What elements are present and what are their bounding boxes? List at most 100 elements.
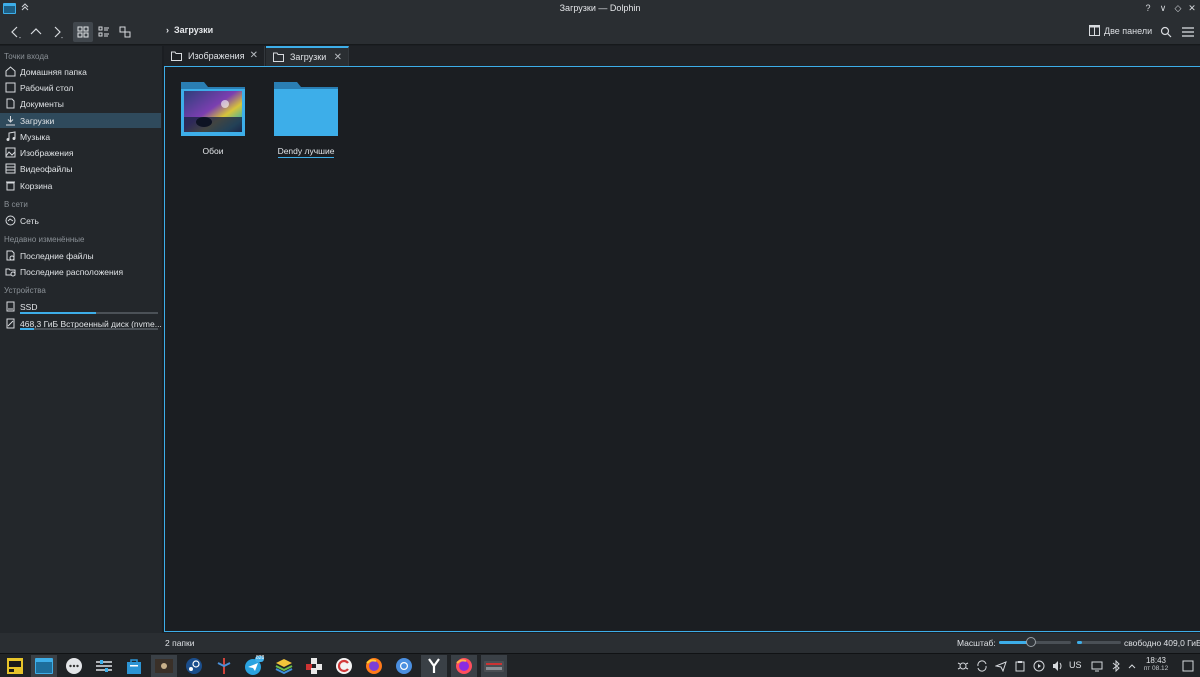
up-icon bbox=[30, 28, 42, 35]
toolbar: › Загрузки Две панели bbox=[0, 18, 1200, 45]
sidebar-item-label: Документы bbox=[20, 98, 64, 109]
ssd-usage-bar bbox=[20, 312, 158, 314]
sidebar-item-music[interactable]: Музыка bbox=[0, 129, 161, 144]
volume-icon[interactable] bbox=[1051, 659, 1064, 672]
stack-app-icon bbox=[275, 659, 293, 675]
taskbar-chromium[interactable] bbox=[391, 655, 417, 677]
sync-icon[interactable] bbox=[975, 659, 988, 672]
keyboard-layout-indicator[interactable]: US bbox=[1069, 660, 1082, 670]
details-view-button[interactable] bbox=[94, 22, 114, 42]
sidebar-item-pictures[interactable]: Изображения bbox=[0, 145, 161, 160]
breadcrumb[interactable]: › Загрузки bbox=[166, 25, 213, 35]
search-button[interactable] bbox=[1156, 22, 1176, 42]
bluetooth-icon[interactable] bbox=[1109, 659, 1122, 672]
file-name: Обои bbox=[202, 146, 224, 156]
clock[interactable]: 18:43 пт 08.12 bbox=[1140, 657, 1172, 673]
show-desktop-icon[interactable] bbox=[1181, 659, 1194, 672]
tab-close-icon[interactable]: ✕ bbox=[334, 52, 342, 63]
up-button[interactable] bbox=[26, 22, 46, 42]
taskbar-firefox-dev[interactable] bbox=[451, 655, 477, 677]
chromium-icon bbox=[396, 658, 412, 674]
free-space-bar-fill bbox=[1077, 641, 1083, 644]
telegram-tray-icon[interactable] bbox=[994, 659, 1007, 672]
taskbar-dolphin[interactable] bbox=[31, 655, 57, 677]
status-bar: 2 папки Масштаб: свободно 409,0 ГиБ bbox=[0, 633, 1200, 653]
file-name: Dendy лучшие bbox=[277, 146, 335, 158]
forward-button[interactable] bbox=[47, 22, 67, 42]
sidebar-item-downloads[interactable]: Загрузки bbox=[0, 113, 161, 128]
taskbar-games-app[interactable] bbox=[301, 655, 327, 677]
taskbar-dots-menu[interactable] bbox=[61, 655, 87, 677]
icons-view-button[interactable] bbox=[73, 22, 93, 42]
file-item-folder[interactable]: Dendy лучшие bbox=[266, 79, 346, 158]
taskbar-settings[interactable] bbox=[91, 655, 117, 677]
sidebar-item-network[interactable]: Сеть bbox=[0, 213, 161, 228]
icons-view-icon bbox=[77, 26, 89, 38]
split-view-button[interactable] bbox=[115, 22, 135, 42]
taskbar-firefox[interactable] bbox=[361, 655, 387, 677]
app-launcher-button[interactable] bbox=[2, 655, 28, 677]
display-icon[interactable] bbox=[1090, 659, 1103, 672]
sidebar-item-home[interactable]: Домашняя папка bbox=[0, 64, 161, 79]
tray-expand-icon[interactable] bbox=[1125, 659, 1138, 672]
split-panels-button[interactable]: Две панели bbox=[1089, 25, 1152, 36]
free-space-bar bbox=[1077, 641, 1121, 644]
sidebar-item-label: Последние файлы bbox=[20, 250, 94, 261]
downloads-icon bbox=[5, 115, 16, 126]
sidebar-item-label: Рабочий стол bbox=[20, 82, 74, 93]
media-play-icon[interactable] bbox=[1032, 659, 1045, 672]
clock-date: пт 08.12 bbox=[1143, 665, 1169, 672]
tab-label: Загрузки bbox=[290, 52, 327, 62]
network-icon bbox=[5, 215, 16, 226]
places-panel: Точки входа Домашняя папка Рабочий стол … bbox=[0, 46, 162, 633]
sidebar-item-recent-files[interactable]: Последние файлы bbox=[0, 248, 161, 263]
taskbar-media-player[interactable] bbox=[151, 655, 177, 677]
taskbar-yandex-browser[interactable] bbox=[421, 655, 447, 677]
taskbar-steam[interactable] bbox=[181, 655, 207, 677]
section-title-network: В сети bbox=[4, 200, 28, 209]
zoom-slider-handle[interactable] bbox=[1026, 637, 1037, 647]
file-view[interactable]: Обои Dendy лучшие bbox=[164, 66, 1200, 632]
folder-icon bbox=[274, 82, 338, 136]
help-button[interactable]: ? bbox=[1142, 2, 1154, 14]
sidebar-item-videos[interactable]: Видеофайлы bbox=[0, 161, 161, 176]
maximize-button[interactable]: ◇ bbox=[1172, 2, 1184, 14]
sidebar-item-trash[interactable]: Корзина bbox=[0, 178, 161, 193]
recent-files-icon bbox=[5, 250, 16, 261]
videos-icon bbox=[5, 163, 16, 174]
dots-menu-icon bbox=[66, 658, 82, 674]
taskbar-keyboard-app[interactable] bbox=[481, 655, 507, 677]
taskbar-circle-app[interactable] bbox=[331, 655, 357, 677]
taskbar-store[interactable] bbox=[121, 655, 147, 677]
sidebar-item-label: Изображения bbox=[20, 147, 74, 158]
back-button[interactable] bbox=[5, 22, 25, 42]
taskbar-telegram[interactable]: 828 bbox=[241, 655, 267, 677]
title-bar: Загрузки — Dolphin ? ∨ ◇ ✕ bbox=[0, 0, 1200, 18]
file-item-folder[interactable]: Обои bbox=[173, 79, 253, 156]
keyboard-app-icon bbox=[484, 661, 504, 672]
tab-downloads[interactable]: Загрузки ✕ bbox=[266, 46, 349, 66]
breadcrumb-current[interactable]: Загрузки bbox=[174, 25, 213, 35]
system-tray-bug-icon[interactable] bbox=[956, 659, 969, 672]
close-button[interactable]: ✕ bbox=[1186, 2, 1198, 14]
sidebar-item-documents[interactable]: Документы bbox=[0, 96, 161, 111]
dolphin-icon bbox=[35, 658, 53, 674]
tab-pictures[interactable]: Изображения ✕ bbox=[164, 46, 265, 66]
breadcrumb-chevron-icon: › bbox=[166, 25, 169, 35]
taskbar-stack-app[interactable] bbox=[271, 655, 297, 677]
minimize-button[interactable]: ∨ bbox=[1157, 2, 1169, 14]
sidebar-item-recent-locations[interactable]: Последние расположения bbox=[0, 264, 161, 279]
folder-icon bbox=[273, 52, 284, 62]
search-icon bbox=[1160, 26, 1172, 38]
steam-icon bbox=[186, 658, 202, 674]
clipboard-icon[interactable] bbox=[1013, 659, 1026, 672]
sidebar-item-label: Загрузки bbox=[20, 115, 55, 126]
section-title-devices: Устройства bbox=[4, 286, 46, 295]
sidebar-item-desktop[interactable]: Рабочий стол bbox=[0, 80, 161, 95]
tab-bar: Изображения ✕ Загрузки ✕ bbox=[164, 46, 1200, 66]
tab-close-icon[interactable]: ✕ bbox=[250, 50, 258, 61]
taskbar-git-client[interactable] bbox=[211, 655, 237, 677]
drive-icon bbox=[5, 318, 16, 329]
item-count: 2 папки bbox=[165, 638, 195, 648]
menu-button[interactable] bbox=[1178, 22, 1198, 42]
